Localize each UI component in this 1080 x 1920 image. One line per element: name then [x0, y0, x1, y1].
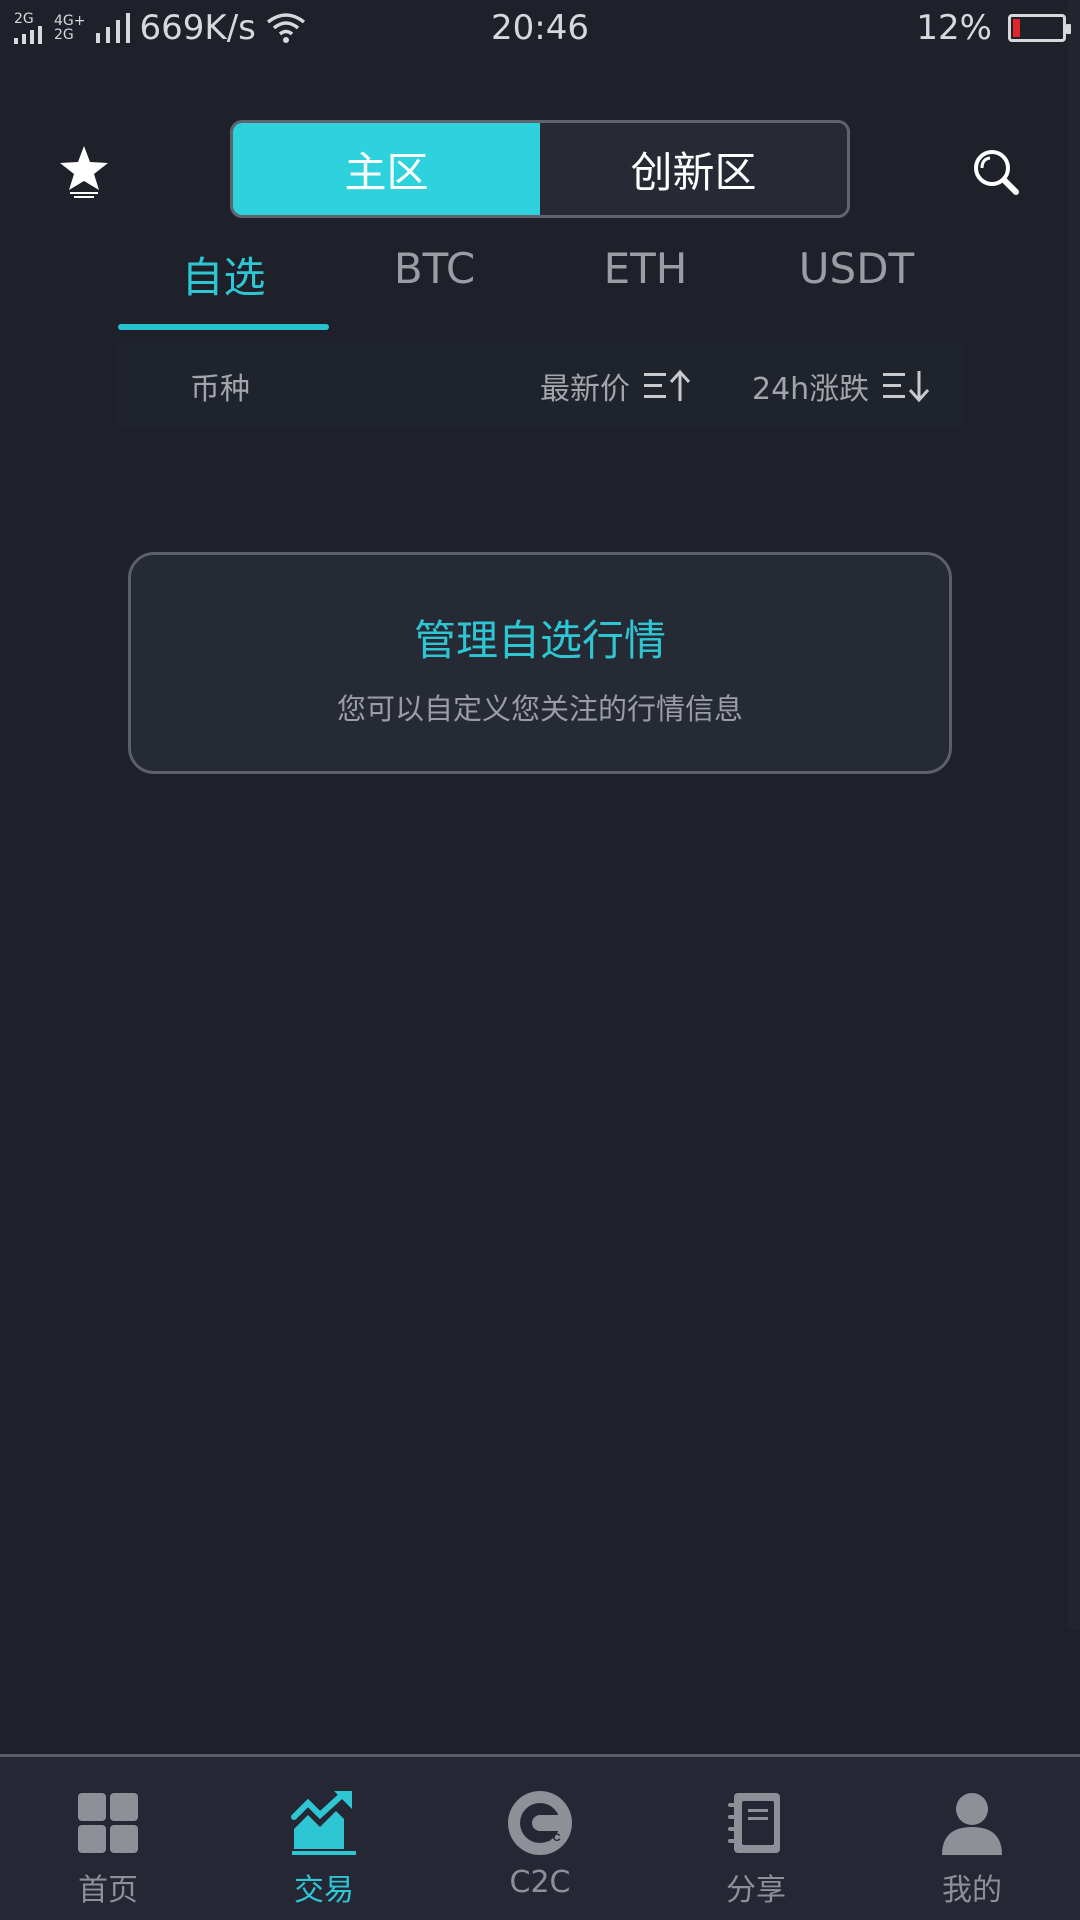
- segment-main-zone[interactable]: 主区: [233, 123, 540, 215]
- column-price-label: 最新价: [540, 372, 630, 407]
- bottom-nav: 首页 交易 TC C2C 分享 我的: [0, 1754, 1080, 1920]
- favorites-star-icon[interactable]: [56, 142, 112, 198]
- c2c-icon: TC: [508, 1791, 572, 1855]
- home-grid-icon: [78, 1793, 138, 1853]
- market-tabs: 自选 BTC ETH USDT: [118, 238, 962, 336]
- tab-usdt[interactable]: USDT: [751, 238, 962, 336]
- column-change-label: 24h涨跌: [752, 372, 870, 407]
- battery-level: [1013, 19, 1020, 37]
- column-header: 币种 最新价 24h涨跌: [118, 344, 962, 430]
- status-right: 12%: [916, 8, 1071, 48]
- column-change-sort[interactable]: 24h涨跌: [752, 364, 933, 408]
- nav-home[interactable]: 首页: [0, 1757, 216, 1920]
- nav-trade-label: 交易: [294, 1873, 354, 1908]
- tab-btc[interactable]: BTC: [329, 238, 540, 336]
- manage-favorites-subtitle: 您可以自定义您关注的行情信息: [336, 692, 743, 726]
- search-icon[interactable]: [972, 148, 1020, 196]
- nav-share-label: 分享: [726, 1873, 786, 1908]
- market-header: 主区 创新区: [0, 118, 1080, 218]
- user-icon: [942, 1793, 1002, 1855]
- column-coin: 币种: [190, 372, 250, 407]
- zone-segmented-control: 主区 创新区: [230, 120, 850, 218]
- battery-icon: [1008, 14, 1071, 42]
- nav-home-label: 首页: [78, 1873, 138, 1908]
- status-bar: 2G 4G+ 2G 669K/s 20:46 12%: [0, 0, 1080, 56]
- nav-share[interactable]: 分享: [648, 1757, 864, 1920]
- manage-favorites-card[interactable]: 管理自选行情 您可以自定义您关注的行情信息: [128, 552, 952, 774]
- battery-percent: 12%: [916, 8, 992, 48]
- tab-favorites[interactable]: 自选: [118, 238, 329, 336]
- manage-favorites-title: 管理自选行情: [413, 616, 666, 665]
- nav-mine-label: 我的: [942, 1873, 1002, 1908]
- trade-chart-icon: [291, 1791, 356, 1855]
- notebook-icon: [728, 1793, 780, 1853]
- sort-descending-icon: [883, 371, 930, 403]
- nav-c2c-label: C2C: [509, 1865, 571, 1900]
- nav-mine[interactable]: 我的: [864, 1757, 1080, 1920]
- sort-ascending-icon: [644, 369, 691, 401]
- tab-eth[interactable]: ETH: [540, 238, 751, 336]
- segment-innovation-zone[interactable]: 创新区: [540, 123, 847, 215]
- nav-trade[interactable]: 交易: [216, 1757, 432, 1920]
- svg-text:TC: TC: [546, 1832, 561, 1844]
- nav-c2c[interactable]: TC C2C: [432, 1757, 648, 1920]
- scroll-track: [1068, 0, 1080, 1630]
- column-price-sort[interactable]: 最新价: [540, 364, 694, 408]
